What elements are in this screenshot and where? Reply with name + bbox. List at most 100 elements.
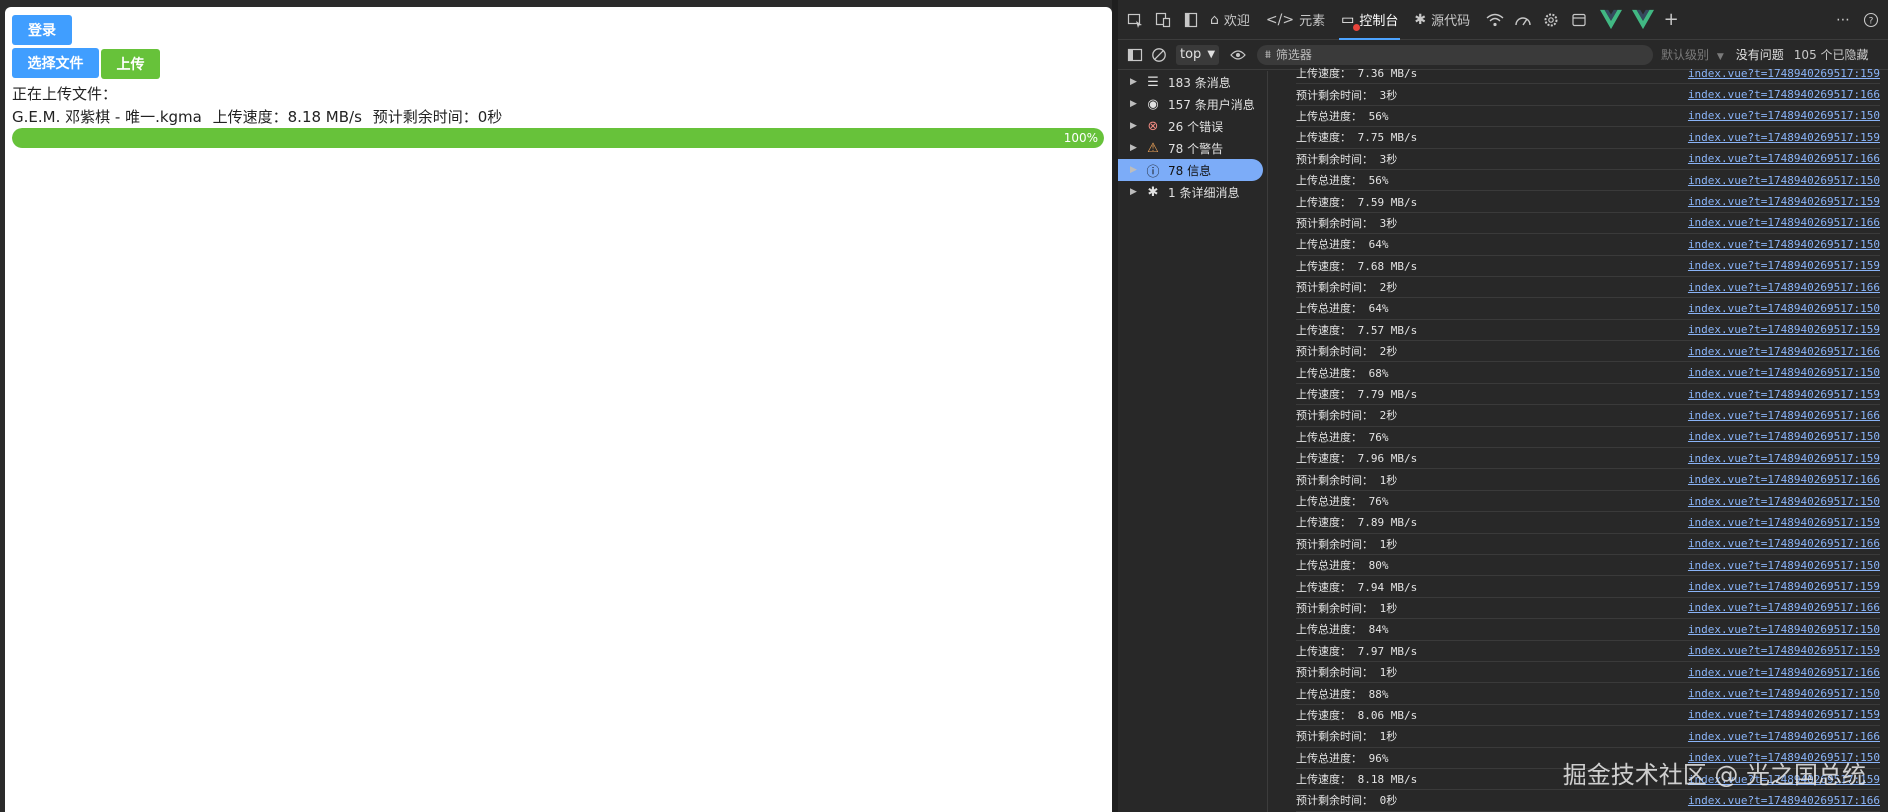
- expand-triangle-icon[interactable]: ▶: [1130, 121, 1144, 131]
- log-row: 预计剩余时间： 1秒 index.vue?t=1748940269517:166: [1296, 469, 1880, 491]
- log-source-link[interactable]: index.vue?t=1748940269517:150: [1688, 109, 1880, 122]
- log-message: 上传总进度： 80%: [1296, 559, 1389, 573]
- log-source-link[interactable]: index.vue?t=1748940269517:150: [1688, 174, 1880, 187]
- expand-triangle-icon[interactable]: ▶: [1130, 99, 1144, 109]
- tab-sources[interactable]: ✱ 源代码: [1406, 0, 1478, 40]
- sidebar-item-bug[interactable]: ▶ ✱ 1 条详细消息: [1118, 181, 1267, 203]
- login-button[interactable]: 登录: [12, 15, 72, 45]
- log-row: 预计剩余时间： 0秒 index.vue?t=1748940269517:166: [1296, 790, 1880, 812]
- more-options-icon[interactable]: ⋯: [1832, 9, 1854, 31]
- dock-side-icon[interactable]: [1180, 9, 1202, 31]
- log-source-link[interactable]: index.vue?t=1748940269517:150: [1688, 623, 1880, 636]
- log-message: 上传速度： 7.68 MB/s: [1296, 259, 1418, 273]
- log-message: 预计剩余时间： 1秒: [1296, 730, 1398, 744]
- help-icon[interactable]: ?: [1860, 9, 1882, 31]
- log-source-link[interactable]: index.vue?t=1748940269517:150: [1688, 559, 1880, 572]
- log-source-link[interactable]: index.vue?t=1748940269517:166: [1688, 281, 1880, 294]
- log-source-link[interactable]: index.vue?t=1748940269517:150: [1688, 687, 1880, 700]
- filter-icon: ⩩: [1265, 47, 1271, 61]
- log-source-link[interactable]: index.vue?t=1748940269517:159: [1688, 259, 1880, 272]
- log-source-link[interactable]: index.vue?t=1748940269517:150: [1688, 238, 1880, 251]
- settings-gear-icon[interactable]: [1540, 9, 1562, 31]
- tab-welcome-label: 欢迎: [1223, 14, 1250, 29]
- log-message: 上传速度： 7.96 MB/s: [1296, 452, 1418, 466]
- log-source-link[interactable]: index.vue?t=1748940269517:166: [1688, 666, 1880, 679]
- log-source-link[interactable]: index.vue?t=1748940269517:166: [1688, 409, 1880, 422]
- log-message: 预计剩余时间： 1秒: [1296, 473, 1398, 487]
- log-row: 上传总进度： 76% index.vue?t=1748940269517:150: [1296, 427, 1880, 449]
- vue-devtools-icon-2[interactable]: [1632, 9, 1655, 31]
- log-source-link[interactable]: index.vue?t=1748940269517:166: [1688, 601, 1880, 614]
- log-source-link[interactable]: index.vue?t=1748940269517:159: [1688, 580, 1880, 593]
- progress-fill: [12, 128, 1104, 148]
- log-level-select[interactable]: 默认级别 ▼: [1661, 46, 1724, 63]
- sidebar-item-label: 157 条用户消息: [1168, 97, 1255, 112]
- add-tab-icon[interactable]: +: [1660, 9, 1682, 31]
- log-message: 上传总进度： 68%: [1296, 366, 1389, 380]
- choose-file-button[interactable]: 选择文件: [12, 48, 99, 78]
- sidebar-item-error[interactable]: ▶ ⊗ 26 个错误: [1118, 115, 1267, 137]
- log-source-link[interactable]: index.vue?t=1748940269517:166: [1688, 88, 1880, 101]
- expand-triangle-icon[interactable]: ▶: [1130, 165, 1144, 175]
- sidebar-item-list[interactable]: ▶ ☰ 183 条消息: [1118, 71, 1267, 93]
- log-source-link[interactable]: index.vue?t=1748940269517:150: [1688, 366, 1880, 379]
- log-source-link[interactable]: index.vue?t=1748940269517:159: [1688, 323, 1880, 336]
- tab-elements[interactable]: </> 元素: [1258, 0, 1333, 40]
- log-message: 上传总进度： 56%: [1296, 174, 1389, 188]
- log-source-link[interactable]: index.vue?t=1748940269517:166: [1688, 216, 1880, 229]
- log-row: 上传速度： 7.59 MB/s index.vue?t=1748940269517…: [1296, 191, 1880, 213]
- log-source-link[interactable]: index.vue?t=1748940269517:150: [1688, 430, 1880, 443]
- performance-icon[interactable]: [1512, 9, 1534, 31]
- log-source-link[interactable]: index.vue?t=1748940269517:166: [1688, 345, 1880, 358]
- log-message: 上传速度： 7.75 MB/s: [1296, 131, 1418, 145]
- sidebar-item-warning[interactable]: ▶ ⚠ 78 个警告: [1118, 137, 1267, 159]
- sidebar-item-info[interactable]: ▶ ⓘ 78 信息: [1118, 159, 1263, 181]
- expand-triangle-icon[interactable]: ▶: [1130, 77, 1144, 87]
- log-source-link[interactable]: index.vue?t=1748940269517:166: [1688, 537, 1880, 550]
- error-icon: ⊗: [1147, 118, 1159, 134]
- expand-triangle-icon[interactable]: ▶: [1130, 187, 1144, 197]
- log-source-link[interactable]: index.vue?t=1748940269517:159: [1688, 516, 1880, 529]
- clear-console-icon[interactable]: [1148, 44, 1170, 66]
- list-icon: ☰: [1147, 74, 1159, 90]
- log-source-link[interactable]: index.vue?t=1748940269517:166: [1688, 794, 1880, 807]
- sidebar-toggle-icon[interactable]: [1124, 44, 1146, 66]
- log-row: 预计剩余时间： 1秒 index.vue?t=1748940269517:166: [1296, 534, 1880, 555]
- device-emulation-icon[interactable]: [1152, 9, 1174, 31]
- log-source-link[interactable]: index.vue?t=1748940269517:159: [1688, 67, 1880, 80]
- log-source-link[interactable]: index.vue?t=1748940269517:150: [1688, 495, 1880, 508]
- context-select[interactable]: top ▼: [1176, 44, 1220, 65]
- inspect-icon[interactable]: [1124, 9, 1146, 31]
- context-value: top: [1180, 47, 1202, 62]
- log-row: 预计剩余时间： 2秒 index.vue?t=1748940269517:166: [1296, 341, 1880, 363]
- log-source-link[interactable]: index.vue?t=1748940269517:159: [1688, 644, 1880, 657]
- log-row: 上传速度： 7.79 MB/s index.vue?t=1748940269517…: [1296, 384, 1880, 406]
- tab-console[interactable]: ▭ 控制台: [1333, 0, 1406, 40]
- home-icon: ⌂: [1210, 11, 1219, 28]
- expand-triangle-icon[interactable]: ▶: [1130, 143, 1144, 153]
- log-message: 上传总进度： 76%: [1296, 495, 1389, 508]
- network-icon[interactable]: [1484, 9, 1506, 31]
- log-row: 上传速度： 7.97 MB/s index.vue?t=1748940269517…: [1296, 641, 1880, 662]
- log-source-link[interactable]: index.vue?t=1748940269517:150: [1688, 302, 1880, 315]
- issues-status[interactable]: 没有问题: [1736, 46, 1784, 63]
- filter-input[interactable]: ⩩ 筛选器: [1257, 44, 1654, 65]
- vue-devtools-icon[interactable]: [1600, 9, 1623, 31]
- log-source-link[interactable]: index.vue?t=1748940269517:159: [1688, 708, 1880, 721]
- log-source-link[interactable]: index.vue?t=1748940269517:159: [1688, 195, 1880, 208]
- log-source-link[interactable]: index.vue?t=1748940269517:166: [1688, 152, 1880, 165]
- log-source-link[interactable]: index.vue?t=1748940269517:159: [1688, 131, 1880, 144]
- tab-welcome[interactable]: ⌂ 欢迎: [1202, 0, 1258, 40]
- sidebar-item-user[interactable]: ▶ ◉ 157 条用户消息: [1118, 93, 1267, 115]
- log-message: 上传速度： 7.89 MB/s: [1296, 516, 1418, 530]
- log-row: 上传总进度： 80% index.vue?t=1748940269517:150: [1296, 555, 1880, 577]
- log-source-link[interactable]: index.vue?t=1748940269517:159: [1688, 388, 1880, 401]
- log-source-link[interactable]: index.vue?t=1748940269517:166: [1688, 473, 1880, 486]
- eye-icon[interactable]: [1227, 44, 1249, 66]
- log-message: 预计剩余时间： 1秒: [1296, 537, 1398, 551]
- log-source-link[interactable]: index.vue?t=1748940269517:166: [1688, 730, 1880, 743]
- upload-button[interactable]: 上传: [101, 49, 160, 79]
- log-source-link[interactable]: index.vue?t=1748940269517:159: [1688, 452, 1880, 465]
- application-icon[interactable]: [1568, 9, 1590, 31]
- log-message: 上传速度： 7.36 MB/s: [1296, 67, 1418, 81]
